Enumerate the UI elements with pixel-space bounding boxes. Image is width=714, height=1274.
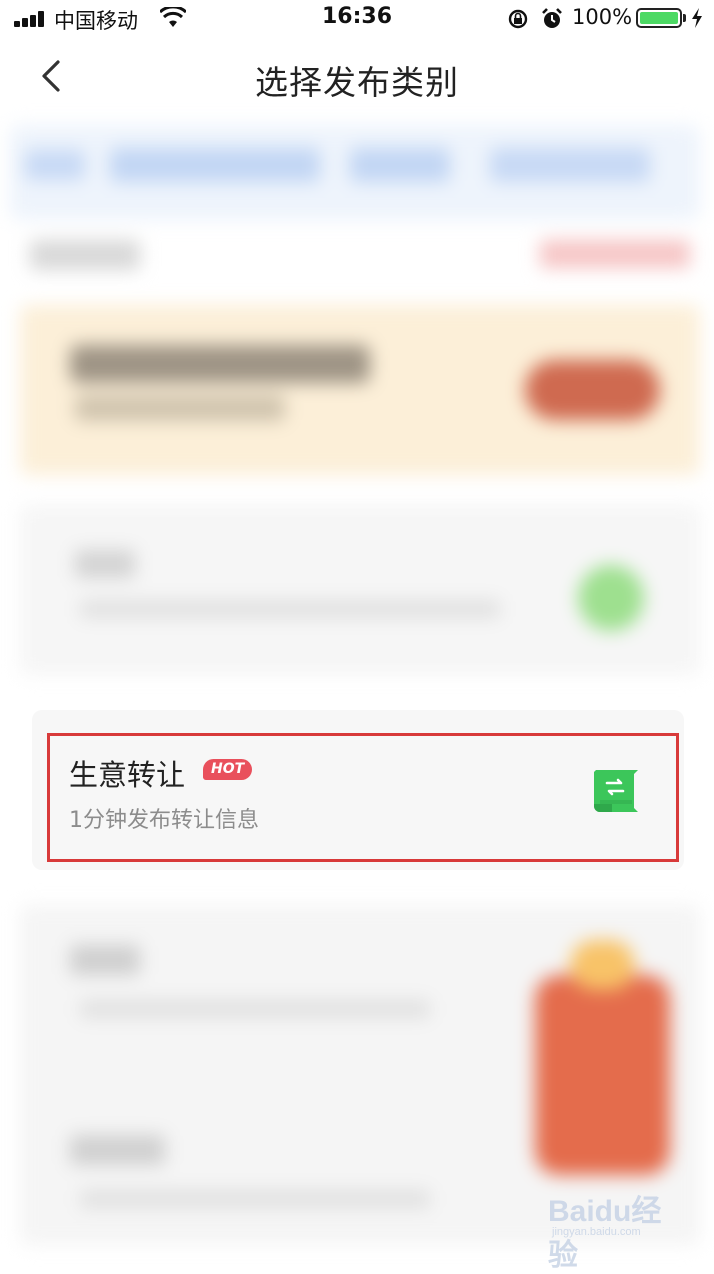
transfer-scroll-icon — [594, 770, 638, 812]
nav-bar: 选择发布类别 — [0, 36, 714, 116]
charging-icon — [692, 8, 702, 28]
watermark-url: jingyan.baidu.com — [552, 1226, 641, 1238]
hot-badge: HOT — [203, 759, 253, 780]
status-bar: 中国移动 16:36 100% — [0, 0, 714, 36]
blurred-content — [0, 110, 714, 1255]
item-title: 生意转让 — [69, 758, 186, 792]
item-subtitle: 1分钟发布转让信息 — [69, 808, 259, 833]
watermark: Baidu经验 jingyan.baidu.com — [548, 1168, 688, 1272]
battery-percent: 100% — [572, 5, 633, 29]
business-transfer-item[interactable]: 生意转让 HOT 1分钟发布转让信息 — [47, 733, 679, 862]
battery-icon — [636, 8, 682, 28]
orientation-lock-icon — [508, 9, 528, 29]
page-title: 选择发布类别 — [255, 63, 459, 102]
alarm-icon — [542, 8, 562, 28]
